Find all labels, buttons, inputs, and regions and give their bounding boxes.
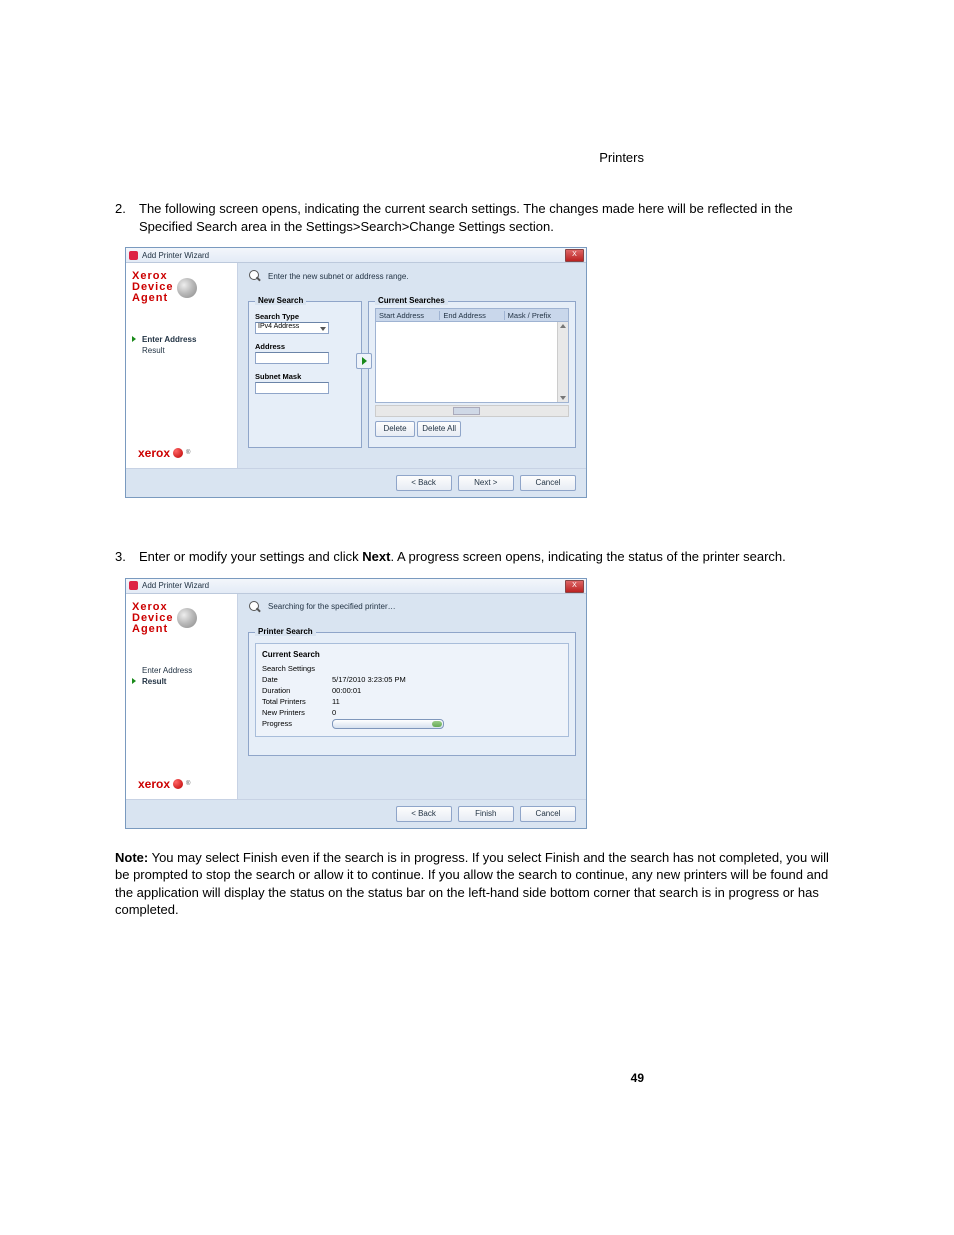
wizard-footer: < Back Finish Cancel [126, 799, 586, 828]
row-duration: Duration00:00:01 [262, 685, 562, 696]
step-2: 2. The following screen opens, indicatin… [115, 200, 839, 235]
wizard-content: Searching for the specified printer… Pri… [238, 594, 586, 799]
nav-result[interactable]: Result [132, 345, 231, 356]
current-search-title: Current Search [262, 650, 562, 659]
subnet-mask-input[interactable] [255, 382, 329, 394]
row-progress: Progress [262, 718, 562, 730]
printer-search-group: Printer Search Current Search Search Set… [248, 632, 576, 756]
add-printer-wizard-search-settings: Add Printer Wizard X Xerox Device Agent … [125, 247, 587, 498]
cancel-button[interactable]: Cancel [520, 806, 576, 822]
step-3: 3. Enter or modify your settings and cli… [115, 548, 839, 566]
wizard-subtitle: Searching for the specified printer… [268, 602, 396, 611]
section-header: Printers [599, 150, 644, 165]
brand-text: Xerox Device Agent [132, 271, 173, 304]
app-icon [129, 581, 138, 590]
xerox-ball-icon [173, 779, 183, 789]
magnifier-icon [248, 269, 262, 283]
wizard-footer: < Back Next > Cancel [126, 468, 586, 497]
brand-text: Xerox Device Agent [132, 602, 173, 635]
progress-bar [332, 719, 444, 729]
page-number: 49 [631, 1071, 644, 1085]
scroll-thumb[interactable] [453, 407, 480, 415]
current-searches-legend: Current Searches [375, 296, 448, 305]
close-button[interactable]: X [565, 580, 584, 593]
brand: Xerox Device Agent [132, 602, 231, 635]
window-title: Add Printer Wizard [142, 251, 209, 260]
xerox-logo: xerox ® [138, 777, 190, 791]
step-text: Enter or modify your settings and click … [139, 548, 839, 566]
row-new-printers: New Printers0 [262, 707, 562, 718]
search-type-select[interactable]: IPv4 Address [255, 322, 329, 334]
searches-table-header: Start Address End Address Mask / Prefix [375, 308, 569, 322]
wizard-sidebar: Xerox Device Agent Enter Address Result … [126, 594, 238, 799]
close-button[interactable]: X [565, 249, 584, 262]
app-icon [129, 251, 138, 260]
brand: Xerox Device Agent [132, 271, 231, 304]
current-search-box: Current Search Search Settings Date5/17/… [255, 643, 569, 737]
subnet-mask-label: Subnet Mask [255, 372, 355, 381]
document-page: Printers 2. The following screen opens, … [0, 0, 954, 1235]
wizard-subtitle: Enter the new subnet or address range. [268, 272, 409, 281]
titlebar[interactable]: Add Printer Wizard X [126, 579, 586, 594]
delete-button[interactable]: Delete [375, 421, 415, 437]
back-button[interactable]: < Back [396, 806, 452, 822]
step-number: 2. [115, 200, 139, 235]
nav-result[interactable]: Result [132, 676, 231, 687]
titlebar[interactable]: Add Printer Wizard X [126, 248, 586, 263]
col-start-address[interactable]: Start Address [376, 311, 440, 320]
progress-fill [432, 721, 442, 727]
next-button[interactable]: Next > [458, 475, 514, 491]
brand-sphere-icon [177, 608, 197, 628]
horizontal-scrollbar[interactable] [375, 405, 569, 417]
wizard-sidebar: Xerox Device Agent Enter Address Result … [126, 263, 238, 468]
col-end-address[interactable]: End Address [440, 311, 504, 320]
step-number: 3. [115, 548, 139, 566]
delete-all-button[interactable]: Delete All [417, 421, 461, 437]
address-label: Address [255, 342, 355, 351]
cancel-button[interactable]: Cancel [520, 475, 576, 491]
searches-table-body[interactable] [375, 322, 569, 403]
search-type-label: Search Type [255, 312, 355, 321]
vertical-scrollbar[interactable] [557, 322, 568, 402]
row-date: Date5/17/2010 3:23:05 PM [262, 674, 562, 685]
add-to-list-button[interactable] [356, 353, 372, 369]
col-mask-prefix[interactable]: Mask / Prefix [505, 311, 568, 320]
note-paragraph: Note: You may select Finish even if the … [115, 849, 839, 919]
add-printer-wizard-progress: Add Printer Wizard X Xerox Device Agent … [125, 578, 587, 829]
address-input[interactable] [255, 352, 329, 364]
brand-sphere-icon [177, 278, 197, 298]
xerox-logo: xerox ® [138, 446, 190, 460]
step-text: The following screen opens, indicating t… [139, 200, 839, 235]
finish-button[interactable]: Finish [458, 806, 514, 822]
wizard-content: Enter the new subnet or address range. N… [238, 263, 586, 468]
magnifier-icon [248, 600, 262, 614]
printer-search-legend: Printer Search [255, 627, 316, 636]
row-total-printers: Total Printers11 [262, 696, 562, 707]
nav-enter-address[interactable]: Enter Address [132, 665, 231, 676]
new-search-group: New Search Search Type IPv4 Address Addr… [248, 301, 362, 448]
xerox-ball-icon [173, 448, 183, 458]
back-button[interactable]: < Back [396, 475, 452, 491]
nav-enter-address[interactable]: Enter Address [132, 334, 231, 345]
row-search-settings: Search Settings [262, 663, 562, 674]
new-search-legend: New Search [255, 296, 306, 305]
window-title: Add Printer Wizard [142, 581, 209, 590]
current-searches-group: Current Searches Start Address End Addre… [368, 301, 576, 448]
